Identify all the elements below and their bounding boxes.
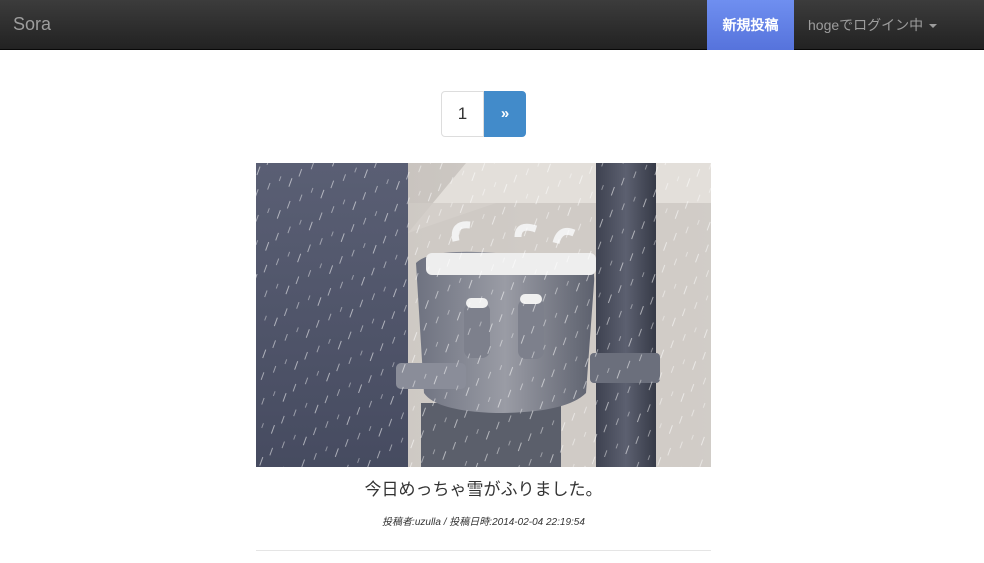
- page-link-1[interactable]: 1: [441, 91, 484, 137]
- user-menu-dropdown[interactable]: hogeでログイン中: [808, 0, 938, 50]
- next-page-button[interactable]: »: [484, 91, 526, 137]
- post-divider: [256, 550, 711, 551]
- caret-down-icon: [929, 24, 938, 29]
- post-title[interactable]: 今日めっちゃ雪がふりました。: [256, 479, 711, 501]
- post-meta: 投稿者:uzulla / 投稿日時:2014-02-04 22:19:54: [382, 517, 585, 528]
- post-photo[interactable]: [256, 163, 711, 467]
- pagination: 1 »: [441, 91, 526, 137]
- post-item: 今日めっちゃ雪がふりました。 投稿者:uzulla / 投稿日時:2014-02…: [256, 163, 711, 530]
- navbar: Sora 新規投稿 hogeでログイン中: [0, 0, 984, 50]
- brand-logo[interactable]: Sora: [13, 14, 51, 34]
- user-menu-label: hogeでログイン中: [808, 17, 924, 33]
- new-post-button[interactable]: 新規投稿: [707, 0, 794, 50]
